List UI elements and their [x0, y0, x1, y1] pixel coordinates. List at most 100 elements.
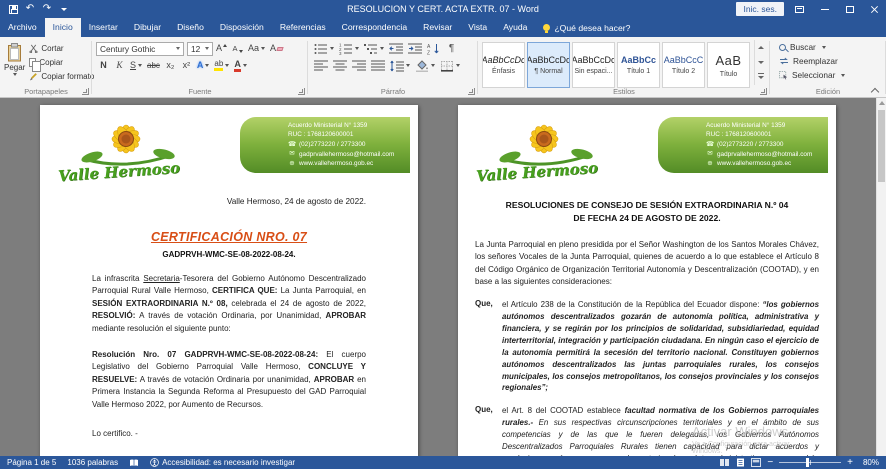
grow-font-button[interactable]: A [214, 41, 229, 56]
justify-button[interactable] [369, 58, 387, 73]
zoom-level[interactable]: 80% [859, 458, 879, 467]
styles-group: AaBbCcDcÉnfasis AaBbCcDc¶ Normal AaBbCcD… [478, 37, 770, 97]
clipboard-dialog-launcher-icon[interactable] [82, 88, 89, 95]
strikethrough-button[interactable]: abc [145, 58, 162, 73]
select-button[interactable]: Seleccionar [773, 68, 883, 82]
ministerial-agreement: Acuerdo Ministerial N° 1359 [288, 122, 404, 130]
scrollbar-thumb[interactable] [878, 110, 885, 182]
decrease-indent-button[interactable] [387, 41, 405, 56]
align-right-button[interactable] [350, 58, 368, 73]
read-mode-icon[interactable] [719, 458, 730, 467]
styles-scroll-up-icon[interactable] [755, 40, 766, 55]
zoom-slider[interactable] [779, 462, 841, 463]
tab-referencias[interactable]: Referencias [272, 18, 334, 37]
tell-me-search[interactable]: ¿Qué desea hacer? [535, 18, 638, 37]
highlight-color-button[interactable]: ab [212, 58, 231, 73]
tab-ayuda[interactable]: Ayuda [495, 18, 535, 37]
style-normal[interactable]: AaBbCcDc¶ Normal [527, 42, 570, 88]
vertical-scrollbar[interactable] [876, 98, 886, 456]
window-title: RESOLUCION Y CERT. ACTA EXTR. 07 - Word [347, 0, 539, 18]
line-spacing-icon [390, 60, 404, 72]
clear-formatting-button[interactable]: A [268, 41, 285, 56]
tab-disposicion[interactable]: Disposición [212, 18, 272, 37]
borders-icon [440, 60, 454, 72]
page-indicator[interactable]: Página 1 de 5 [7, 458, 56, 467]
style-titulo[interactable]: AaBTítulo [707, 42, 750, 88]
minimize-button[interactable] [815, 0, 834, 18]
ministerial-agreement: Acuerdo Ministerial N° 1359 [706, 122, 822, 130]
change-case-button[interactable]: Aa [246, 41, 267, 56]
zoom-out-button[interactable]: − [767, 458, 773, 468]
align-center-icon [333, 60, 347, 72]
bullets-button[interactable] [312, 41, 336, 56]
tab-inicio[interactable]: Inicio [45, 18, 81, 37]
tab-correspondencia[interactable]: Correspondencia [334, 18, 415, 37]
align-left-button[interactable] [312, 58, 330, 73]
subscript-button[interactable]: x₂ [163, 58, 178, 73]
numbering-button[interactable]: 123 [337, 41, 361, 56]
undo-icon[interactable]: ↶ [25, 2, 35, 16]
italic-button[interactable]: K [112, 58, 127, 73]
tab-revisar[interactable]: Revisar [415, 18, 460, 37]
copy-button[interactable]: Copiar [29, 56, 94, 69]
resolutions-title: RESOLUCIONES DE CONSEJO DE SESIÓN EXTRAO… [475, 199, 819, 225]
style-sin-espaciado[interactable]: AaBbCcDcSin espaci... [572, 42, 615, 88]
tab-dibujar[interactable]: Dibujar [126, 18, 169, 37]
style-titulo-2[interactable]: AaBbCcCTítulo 2 [662, 42, 705, 88]
style-enfasis[interactable]: AaBbCcDcÉnfasis [482, 42, 525, 88]
document-area[interactable]: Valle Hermoso Acuerdo Ministerial N° 135… [0, 98, 886, 456]
superscript-button[interactable]: x² [179, 58, 194, 73]
multilevel-list-button[interactable] [362, 41, 386, 56]
font-size-select[interactable]: 12 [187, 42, 213, 56]
font-dialog-launcher-icon[interactable] [298, 88, 305, 95]
document-page-1[interactable]: Valle Hermoso Acuerdo Ministerial N° 135… [40, 105, 418, 456]
proofing-status-icon[interactable] [129, 459, 139, 467]
shrink-font-button[interactable]: A [230, 41, 245, 56]
print-layout-icon[interactable] [736, 458, 745, 467]
tab-vista[interactable]: Vista [460, 18, 495, 37]
paste-button[interactable]: Pegar [3, 40, 26, 86]
redo-icon[interactable]: ↷ [42, 2, 52, 16]
styles-dialog-launcher-icon[interactable] [760, 88, 767, 95]
accessibility-status[interactable]: Accesibilidad: es necesario investigar [150, 458, 295, 467]
borders-button[interactable] [438, 58, 462, 73]
tab-insertar[interactable]: Insertar [81, 18, 126, 37]
highlight-icon: ab [214, 60, 223, 71]
show-paragraph-marks-button[interactable]: ¶ [444, 41, 459, 56]
customize-quick-access-icon[interactable] [59, 2, 69, 16]
collapse-ribbon-icon[interactable] [871, 87, 879, 93]
text-effects-button[interactable]: A [195, 58, 212, 73]
replace-button[interactable]: Reemplazar [773, 54, 883, 68]
paragraph-dialog-launcher-icon[interactable] [468, 88, 475, 95]
styles-more-icon[interactable] [755, 70, 766, 85]
maximize-button[interactable] [840, 0, 859, 18]
find-button[interactable]: Buscar [773, 40, 883, 54]
scroll-up-icon[interactable] [877, 98, 886, 108]
sort-button[interactable]: AZ [425, 41, 443, 56]
cut-button[interactable]: Cortar [29, 42, 94, 55]
tab-archivo[interactable]: Archivo [0, 18, 45, 37]
underline-button[interactable]: S [128, 58, 144, 73]
document-page-2[interactable]: Valle Hermoso Acuerdo Ministerial N° 135… [458, 105, 836, 456]
ribbon-display-options-icon[interactable] [790, 0, 809, 18]
font-name-select[interactable]: Century Gothic [96, 42, 184, 56]
zoom-in-button[interactable]: + [847, 458, 853, 468]
shading-icon [415, 60, 429, 72]
word-count[interactable]: 1036 palabras [67, 458, 118, 467]
zoom-slider-thumb[interactable] [806, 458, 809, 467]
align-center-button[interactable] [331, 58, 349, 73]
style-titulo-1[interactable]: AaBbCcTítulo 1 [617, 42, 660, 88]
increase-indent-button[interactable] [406, 41, 424, 56]
line-spacing-button[interactable] [388, 58, 412, 73]
save-icon[interactable] [8, 2, 18, 16]
tab-diseno[interactable]: Diseño [169, 18, 212, 37]
font-color-button[interactable]: A [232, 58, 249, 73]
email-line: ✉gadprvallehermoso@hotmail.com [706, 150, 822, 158]
gad-logo: Valle Hermoso [466, 113, 658, 187]
web-layout-icon[interactable] [751, 458, 761, 467]
styles-scroll-down-icon[interactable] [755, 55, 766, 70]
sign-in-button[interactable]: Inic. ses. [736, 2, 784, 16]
bold-button[interactable]: N [96, 58, 111, 73]
close-button[interactable] [865, 0, 884, 18]
shading-button[interactable] [413, 58, 437, 73]
